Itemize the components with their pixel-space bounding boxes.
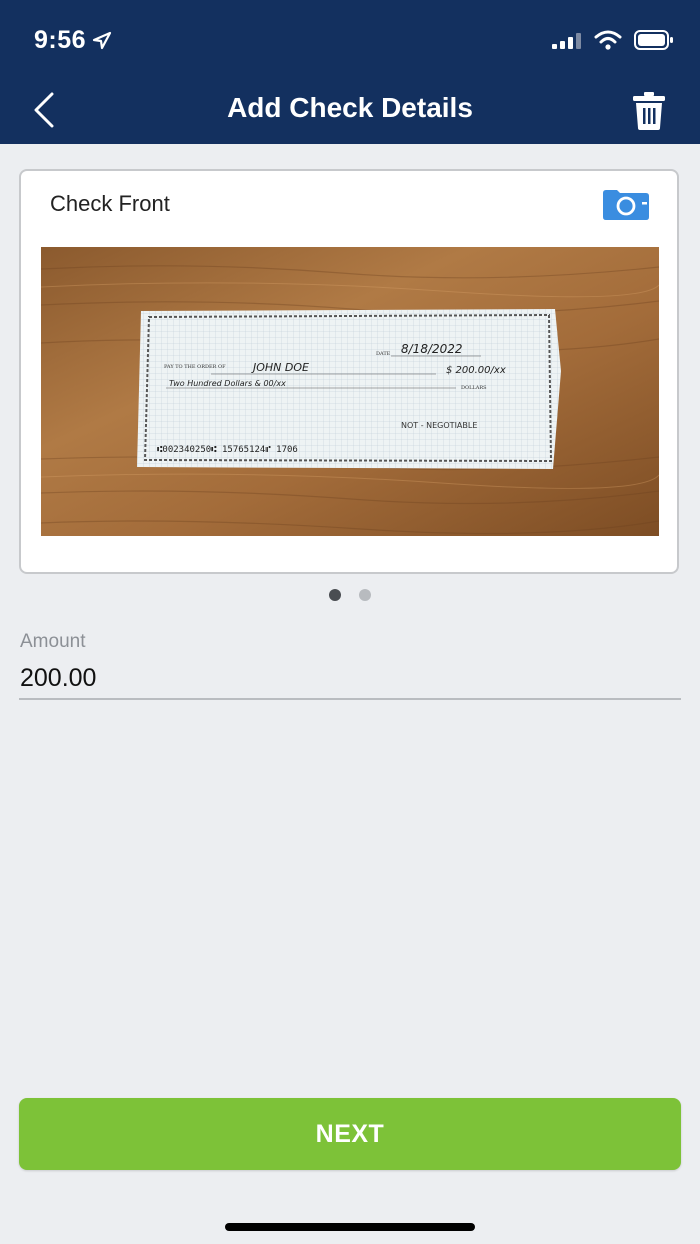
status-time-text: 9:56 — [34, 26, 87, 54]
status-bar-icons — [552, 30, 674, 50]
pagination-dot-back[interactable] — [359, 589, 371, 601]
image-pagination — [0, 589, 700, 601]
amount-input[interactable] — [19, 658, 681, 700]
retake-photo-button[interactable] — [601, 187, 651, 221]
signal-icon — [552, 33, 581, 49]
check-date-label: DATE — [376, 351, 391, 357]
check-amount-box: $ 200.00/xx — [446, 365, 506, 376]
app-header: 9:56 Add Check Details — [0, 0, 700, 144]
pagination-dot-front[interactable] — [329, 589, 341, 601]
page-title: Add Check Details — [227, 92, 473, 123]
check-not-negotiable: NOT - NEGOTIABLE — [401, 421, 477, 430]
check-dollars-label: DOLLARS — [461, 385, 487, 391]
check-image-card: Check Front PAY TO THE ORDER OF DATE 8/1… — [19, 169, 679, 574]
location-arrow-icon — [92, 31, 112, 49]
amount-label: Amount — [20, 631, 86, 652]
home-indicator — [225, 1223, 475, 1231]
wifi-icon — [594, 30, 622, 50]
check-payee: JOHN DOE — [251, 361, 309, 374]
check-date: 8/18/2022 — [401, 342, 463, 356]
check-written-amount: Two Hundred Dollars & 00/xx — [169, 379, 286, 388]
battery-icon — [634, 30, 673, 50]
next-button[interactable]: NEXT — [19, 1098, 681, 1170]
trash-icon — [633, 92, 665, 130]
check-micr-line: ⑆002340250⑆ 15765124⑈ 1706 — [157, 445, 298, 455]
check-photo-image: PAY TO THE ORDER OF DATE 8/18/2022 JOHN … — [41, 247, 659, 536]
camera-icon — [603, 190, 649, 220]
card-title: Check Front — [50, 191, 170, 216]
check-pay-to-label: PAY TO THE ORDER OF — [164, 364, 226, 370]
status-bar-time: 9:56 — [34, 26, 112, 55]
check-photo[interactable]: PAY TO THE ORDER OF DATE 8/18/2022 JOHN … — [41, 247, 659, 536]
delete-button[interactable] — [632, 90, 666, 130]
